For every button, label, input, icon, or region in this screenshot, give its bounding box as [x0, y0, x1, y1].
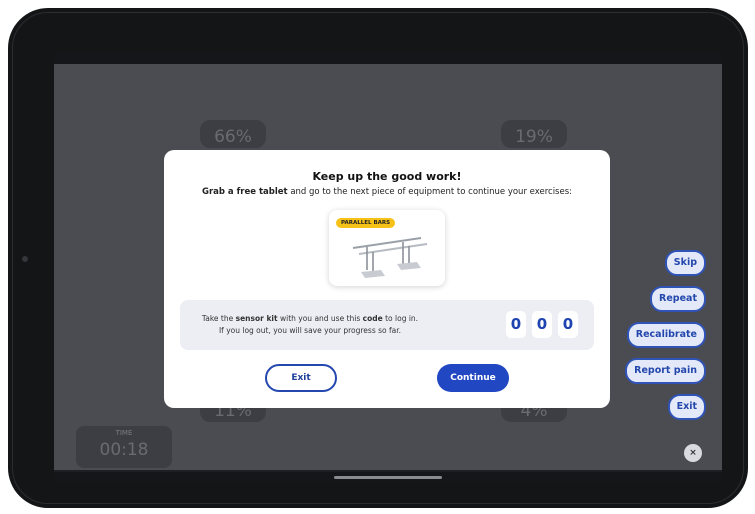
dimmed-background: 66% 19% 11% 4% TIME 00:18 Skip Repeat Re…	[54, 64, 722, 470]
code-digit-1: 0	[506, 311, 526, 338]
next-equipment-dialog: Keep up the good work! Grab a free table…	[164, 150, 610, 408]
code-text-part: with you and use this	[277, 314, 363, 323]
tablet-frame: 66% 19% 11% 4% TIME 00:18 Skip Repeat Re…	[8, 8, 748, 508]
parallel-bars-icon	[352, 237, 428, 278]
home-indicator[interactable]	[334, 476, 442, 479]
close-icon[interactable]: ×	[684, 444, 702, 462]
subtitle-rest: and go to the next piece of equipment to…	[287, 187, 573, 197]
exit-button[interactable]: Exit	[265, 364, 337, 392]
skip-button[interactable]: Skip	[664, 250, 706, 276]
stat-top-right: 19%	[501, 120, 567, 148]
dialog-title: Keep up the good work!	[312, 170, 462, 183]
login-code-panel: Take the sensor kit with you and use thi…	[180, 300, 594, 350]
progress-note: If you log out, you will save your progr…	[218, 326, 402, 335]
code-text-part: Take the	[201, 314, 236, 323]
code-instructions: Take the sensor kit with you and use thi…	[180, 313, 440, 337]
code-digit-2: 0	[532, 311, 552, 338]
sensor-kit-text: sensor kit	[235, 314, 278, 323]
timer-panel: TIME 00:18	[76, 426, 172, 468]
code-text-part: to log in.	[382, 314, 419, 323]
equipment-card: PARALLEL BARS	[329, 210, 445, 286]
status-bar-area	[54, 52, 722, 64]
repeat-button[interactable]: Repeat	[650, 286, 706, 312]
timer-value: 00:18	[99, 440, 149, 460]
app-screen: 66% 19% 11% 4% TIME 00:18 Skip Repeat Re…	[54, 52, 722, 482]
code-digit-3: 0	[558, 311, 578, 338]
side-exit-button[interactable]: Exit	[667, 394, 706, 420]
recalibrate-button[interactable]: Recalibrate	[626, 322, 706, 348]
continue-button[interactable]: Continue	[437, 364, 509, 392]
timer-label: TIME	[115, 429, 133, 437]
report-pain-button[interactable]: Report pain	[625, 358, 706, 384]
stat-top-left: 66%	[200, 120, 266, 148]
equipment-tag: PARALLEL BARS	[336, 218, 396, 228]
camera-dot	[22, 256, 28, 262]
code-word-text: code	[362, 314, 383, 323]
dialog-subtitle: Grab a free tablet and go to the next pi…	[164, 187, 610, 197]
subtitle-bold: Grab a free tablet	[201, 187, 288, 197]
